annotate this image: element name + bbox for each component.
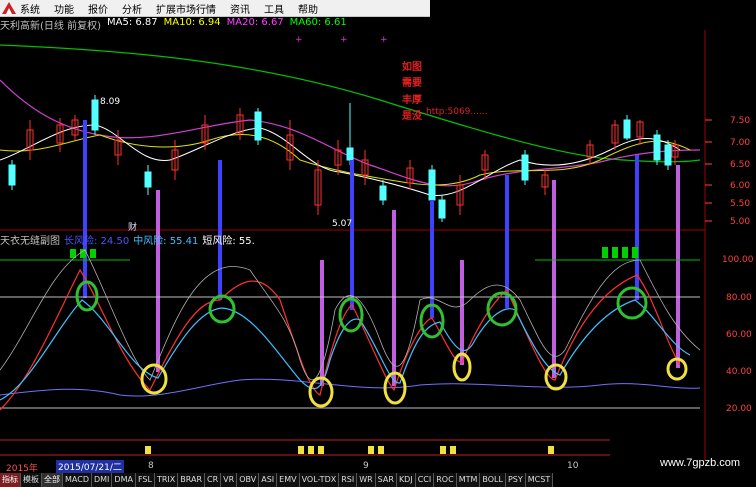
tab-dma[interactable]: DMA [112, 473, 136, 487]
tab-macd[interactable]: MACD [63, 473, 92, 487]
sub-tick: 40.00 [726, 367, 752, 377]
annotation-line: http:5069...... [426, 107, 488, 117]
sub-tick: 100.00 [722, 255, 754, 265]
tab-mtm[interactable]: MTM [456, 473, 481, 487]
annotation-line: 丰厚 [402, 95, 422, 106]
annotation-line: 是没 [402, 111, 422, 122]
chart-canvas[interactable]: 7.50 7.00 6.50 6.00 5.50 5.00 8.09 5.07 … [0, 0, 756, 460]
tab-all[interactable]: 全部 [42, 473, 63, 487]
svg-text:+: + [340, 35, 348, 45]
price-tick: 5.00 [730, 217, 750, 227]
svg-text:+: + [380, 35, 388, 45]
indicator-tab-bar: 指标 模板 全部 MACD DMI DMA FSL TRIX BRAR CR V… [0, 473, 756, 487]
date-month-8: 8 [148, 461, 154, 471]
price-tick: 6.00 [730, 181, 750, 191]
tab-obv[interactable]: OBV [237, 473, 260, 487]
tab-vr[interactable]: VR [221, 473, 238, 487]
svg-text:+: + [295, 35, 303, 45]
tab-kdj[interactable]: KDJ [396, 473, 416, 487]
signal-bars [83, 120, 680, 386]
date-selected[interactable]: 2015/07/21/二 [56, 460, 124, 473]
top-markers: + + + [295, 35, 388, 45]
short-risk-line [0, 268, 681, 411]
date-month-10: 10 [567, 461, 579, 471]
tab-wr[interactable]: WR [357, 473, 376, 487]
mid-risk-label: 中风险: 55.41 [133, 236, 199, 247]
price-axis: 7.50 7.00 6.50 6.00 5.50 5.00 [730, 116, 750, 227]
tab-brar[interactable]: BRAR [178, 473, 206, 487]
tab-mcst[interactable]: MCST [525, 473, 554, 487]
low-price-label: 5.07 [332, 219, 352, 229]
tab-trix[interactable]: TRIX [154, 473, 179, 487]
sell-signal-circles [75, 280, 648, 339]
sub-chart-name: 天衣无缝副图 [0, 236, 60, 247]
tab-template[interactable]: 模板 [21, 473, 42, 487]
short-risk-label: 短风险: 55. [202, 236, 255, 247]
tab-cr[interactable]: CR [205, 473, 222, 487]
sub-chart-legend: 天衣无缝副图 长风险: 24.50 中风险: 55.41 短风险: 55. [0, 232, 255, 247]
price-tick: 6.50 [730, 160, 750, 170]
date-month-9: 9 [363, 461, 369, 471]
date-axis: 2015年 2015/07/21/二 8 9 10 [0, 460, 756, 474]
candlesticks [8, 95, 679, 222]
sub-tick: 80.00 [726, 293, 752, 303]
long-risk-label: 长风险: 24.50 [64, 236, 130, 247]
sub-axis: 100.00 80.00 60.00 40.00 20.00 [722, 255, 754, 414]
watermark: www.7gpzb.com [660, 457, 741, 469]
tab-cci[interactable]: CCI [415, 473, 435, 487]
tab-sar[interactable]: SAR [375, 473, 397, 487]
sub-tick: 60.00 [726, 330, 752, 340]
buy-signal-circles [140, 352, 688, 408]
price-tick: 5.50 [730, 199, 750, 209]
tab-vol-tdx[interactable]: VOL-TDX [299, 473, 340, 487]
tab-rsi[interactable]: RSI [339, 473, 358, 487]
tab-boll[interactable]: BOLL [480, 473, 506, 487]
tab-roc[interactable]: ROC [434, 473, 457, 487]
annotation-line: 如图 [402, 62, 422, 73]
tab-asi[interactable]: ASI [259, 473, 278, 487]
high-price-label: 8.09 [100, 97, 120, 107]
tab-psy[interactable]: PSY [505, 473, 526, 487]
long-risk-line [0, 378, 701, 397]
tab-dmi[interactable]: DMI [91, 473, 113, 487]
price-tick: 7.50 [730, 116, 750, 126]
bottom-markers [145, 446, 554, 454]
annotation-line: 需要 [402, 78, 422, 89]
tab-fsl[interactable]: FSL [135, 473, 155, 487]
price-tick: 7.00 [730, 138, 750, 148]
tab-indicator[interactable]: 指标 [0, 473, 21, 487]
tab-emv[interactable]: EMV [277, 473, 300, 487]
sub-tick: 20.00 [726, 404, 752, 414]
